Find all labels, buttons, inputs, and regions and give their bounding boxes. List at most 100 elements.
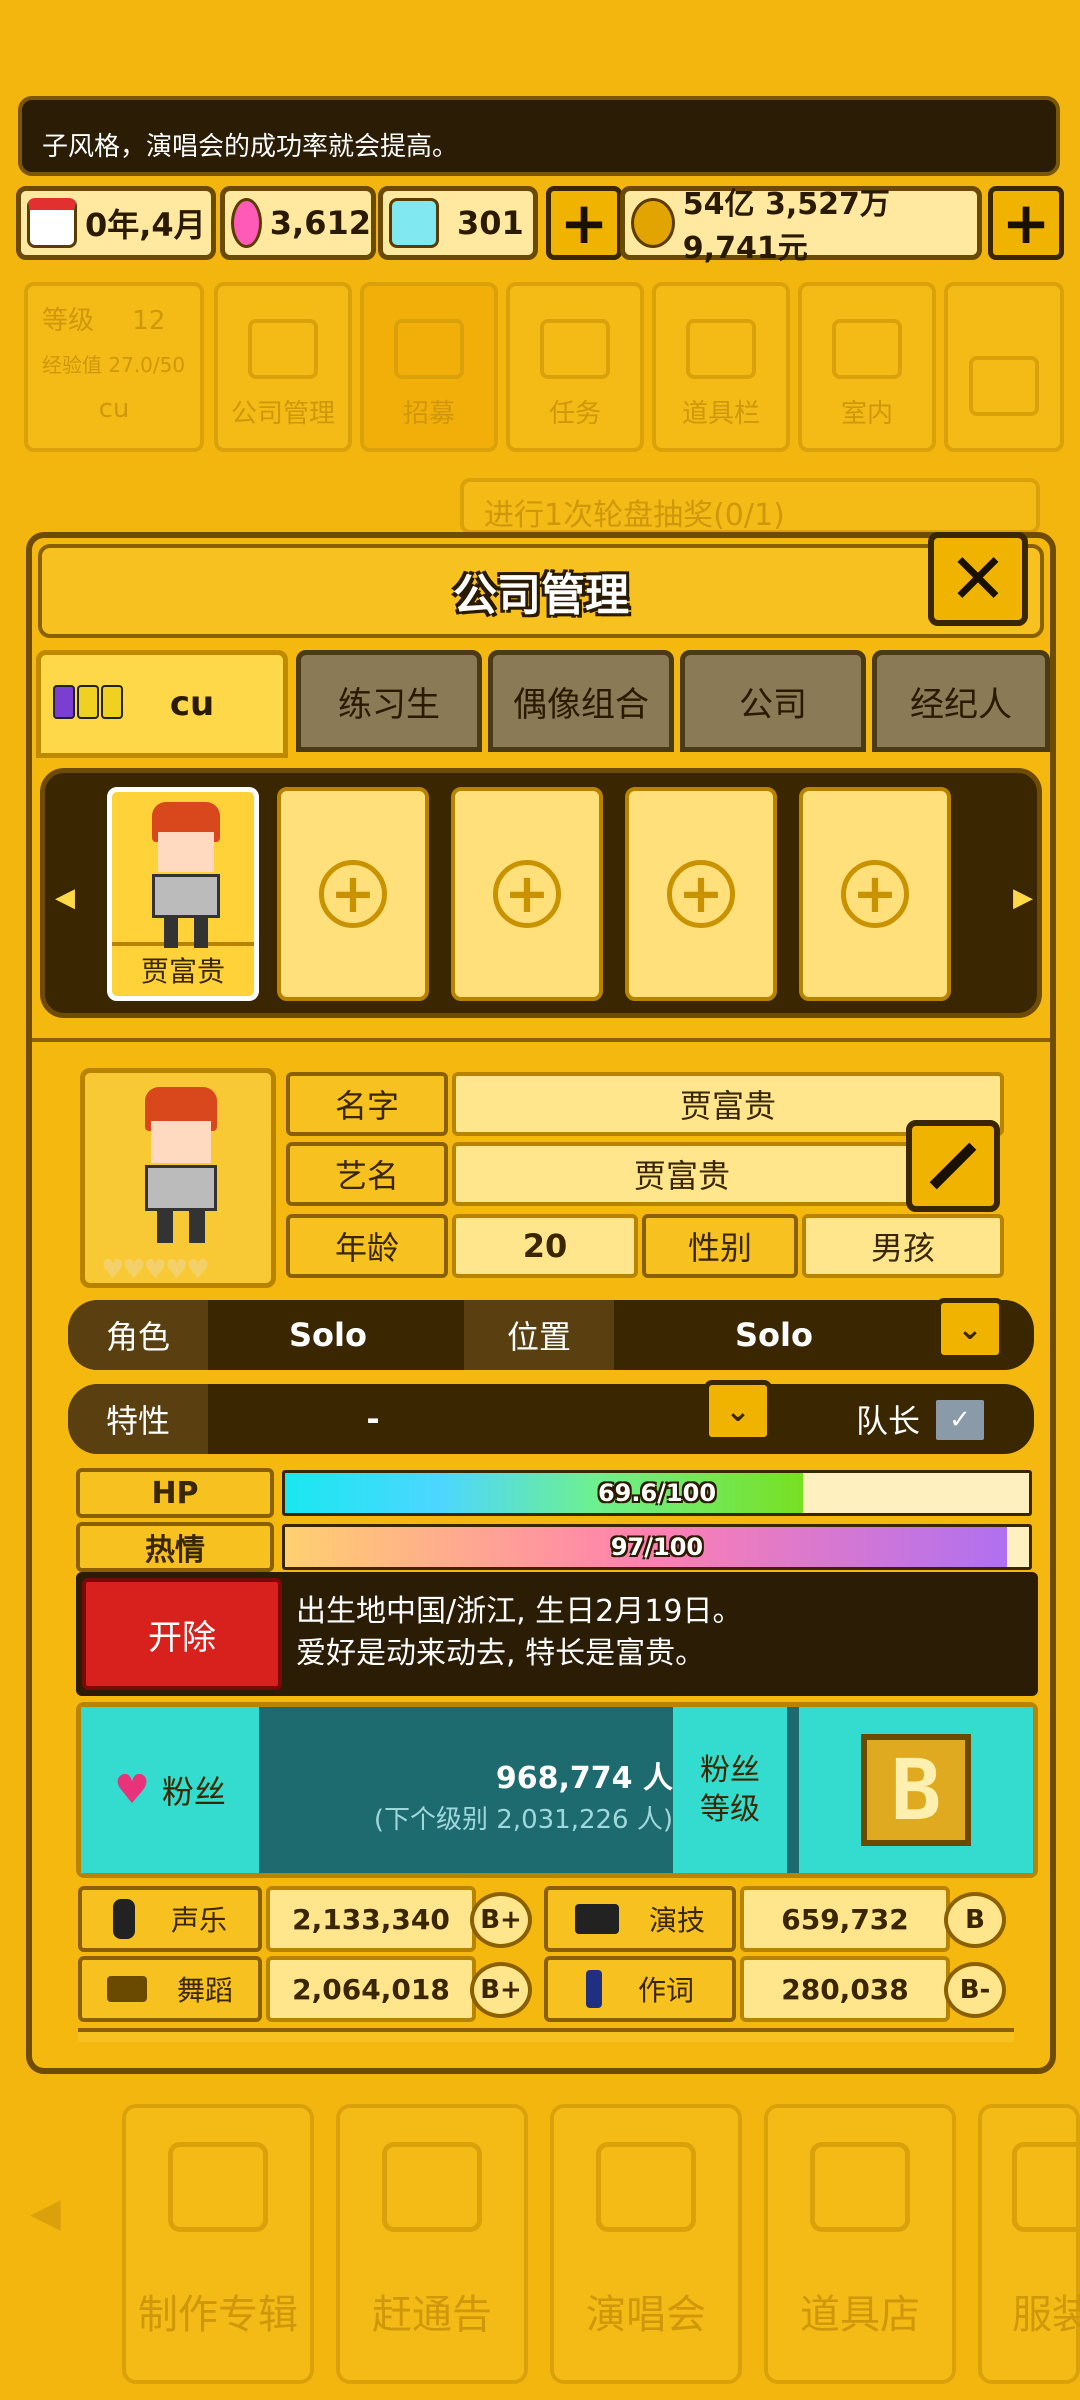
- pink-gem-icon: [231, 198, 262, 248]
- fans-label: 粉丝: [161, 1773, 226, 1811]
- microphone-icon: [112, 1899, 135, 1939]
- member-slot-empty[interactable]: +: [277, 787, 429, 1001]
- menu-label: 室内: [840, 399, 893, 429]
- fans-label-box: ♥ 粉丝: [81, 1707, 259, 1873]
- money-display: 54亿 3,527万 9,741元: [620, 186, 982, 266]
- passion-bar: 热情 97/100: [76, 1522, 1032, 1572]
- add-diamond-button[interactable]: +: [546, 186, 622, 260]
- fans-count: 968,774 人: [495, 1761, 673, 1796]
- nav-clothes[interactable]: 服装: [978, 2104, 1080, 2384]
- megaphone-icon: [394, 319, 464, 379]
- close-button[interactable]: ✕: [928, 532, 1028, 626]
- tip-banner: 子风格，演唱会的成功率就会提高。: [18, 96, 1060, 176]
- stat-label: 演技: [648, 1904, 705, 1937]
- nav-left-arrow-icon[interactable]: ◀: [30, 2190, 61, 2236]
- nav-label: 制作专辑: [138, 2292, 298, 2338]
- strip-right-arrow-icon[interactable]: ▶: [1013, 883, 1033, 913]
- menu-interior[interactable]: 室内: [798, 282, 936, 452]
- nav-label: 赶通告: [372, 2292, 492, 2338]
- member-sprite: [148, 802, 224, 952]
- gender-text: 男孩: [870, 1229, 935, 1267]
- calendar-icon: [27, 198, 77, 248]
- menu-quest[interactable]: 任务: [506, 282, 644, 452]
- member-strip: ◀ 贾富贵 + + + + ▶: [40, 768, 1042, 1018]
- passion-label: 热情: [76, 1522, 274, 1572]
- date-text: 0年,4月: [85, 206, 206, 244]
- quest-banner[interactable]: 进行1次轮盘抽奖(0/1): [460, 478, 1040, 534]
- stat-label-box: 声乐: [78, 1886, 262, 1952]
- chevron-down-icon: ⌄: [957, 1311, 983, 1347]
- tab-company[interactable]: 公司: [680, 650, 866, 752]
- hp-label: HP: [76, 1468, 274, 1518]
- menu-company[interactable]: 公司管理: [214, 282, 352, 452]
- add-money-button[interactable]: +: [988, 186, 1064, 260]
- stat-lyrics: 作词 280,038 B-: [544, 1956, 1014, 2022]
- heart-rating-icon: ♥♥♥♥♥: [101, 1255, 210, 1285]
- tab-trainee[interactable]: 练习生: [296, 650, 482, 752]
- stat-grade: B-: [944, 1962, 1006, 2018]
- name-label-text: 名字: [334, 1087, 399, 1125]
- member-slot-empty[interactable]: +: [451, 787, 603, 1001]
- stat-label-box: 舞蹈: [78, 1956, 262, 2022]
- trait-label: 特性: [68, 1384, 208, 1454]
- add-icon: +: [841, 860, 909, 928]
- nav-concert[interactable]: 演唱会: [550, 2104, 742, 2384]
- leader-checkbox[interactable]: ✓: [932, 1396, 988, 1444]
- bio-line-1: 出生地中国/浙江, 生日2月19日。: [296, 1594, 743, 1629]
- tab-company-cu[interactable]: cu: [36, 650, 288, 758]
- stat-dance: 舞蹈 2,064,018 B+: [78, 1956, 538, 2022]
- fans-next-level: (下个级别 2,031,226 人): [373, 1805, 673, 1835]
- avatar: ♥♥♥♥♥: [80, 1068, 276, 1288]
- nav-schedule[interactable]: 赶通告: [336, 2104, 528, 2384]
- diamond-display: 301: [378, 186, 538, 260]
- hp-track: 69.6/100: [282, 1470, 1032, 1516]
- company-name: cu: [98, 394, 130, 424]
- menu-inventory[interactable]: 道具栏: [652, 282, 790, 452]
- pencil-icon: [929, 1142, 977, 1190]
- fans-level-label-text: 粉丝 等级: [700, 1753, 760, 1827]
- stat-value: 659,732: [740, 1886, 950, 1952]
- fire-button[interactable]: 开除: [82, 1578, 282, 1690]
- menu-gift[interactable]: [944, 282, 1064, 452]
- member-slot-empty[interactable]: +: [799, 787, 951, 1001]
- tab-idol-group[interactable]: 偶像组合: [488, 650, 674, 752]
- age-value: 20: [452, 1214, 638, 1278]
- nav-label: 道具店: [800, 2292, 920, 2338]
- fire-label: 开除: [148, 1617, 216, 1658]
- camera-icon: [574, 1904, 619, 1934]
- edit-name-button[interactable]: [906, 1120, 1000, 1212]
- chevron-down-icon: ⌄: [725, 1393, 751, 1429]
- coin-icon: [631, 198, 675, 248]
- strip-left-arrow-icon[interactable]: ◀: [55, 883, 75, 913]
- position-dropdown-button[interactable]: ⌄: [936, 1298, 1004, 1360]
- trait-bar: 特性 - 队长: [68, 1384, 1034, 1454]
- menu-label: 公司管理: [230, 399, 335, 429]
- scroll-icon: [540, 319, 610, 379]
- stats-scroll-cutoff: [78, 2028, 1014, 2042]
- level-value: 12: [132, 306, 166, 336]
- nav-shop[interactable]: 道具店: [764, 2104, 956, 2384]
- stat-value: 2,133,340: [266, 1886, 476, 1952]
- check-icon: ✓: [949, 1405, 971, 1435]
- paint-roller-icon: [832, 319, 902, 379]
- name-text: 贾富贵: [679, 1087, 776, 1125]
- calendar-icon: [382, 2142, 482, 2232]
- menu-recruit[interactable]: 招募: [360, 282, 498, 452]
- nav-album[interactable]: 制作专辑: [122, 2104, 314, 2384]
- pink-gem-count: 3,612: [269, 204, 371, 242]
- stage-name-value: 贾富贵: [452, 1142, 912, 1206]
- role-label: 角色: [68, 1300, 208, 1370]
- exp-label: 经验值 27.0/50: [42, 353, 186, 377]
- menu-label: 招募: [402, 399, 455, 429]
- nav-label: 服装: [1012, 2292, 1080, 2338]
- member-slot-empty[interactable]: +: [625, 787, 777, 1001]
- tab-manager[interactable]: 经纪人: [872, 650, 1050, 752]
- member-slot-selected[interactable]: 贾富贵: [107, 787, 259, 1001]
- pink-gem-display: 3,612: [220, 186, 376, 260]
- add-icon: +: [667, 860, 735, 928]
- stat-label: 作词: [637, 1974, 694, 2007]
- stat-label: 舞蹈: [176, 1974, 233, 2007]
- hp-bar: HP 69.6/100: [76, 1468, 1032, 1518]
- chest-icon: [686, 319, 756, 379]
- trait-dropdown-button[interactable]: ⌄: [704, 1380, 772, 1442]
